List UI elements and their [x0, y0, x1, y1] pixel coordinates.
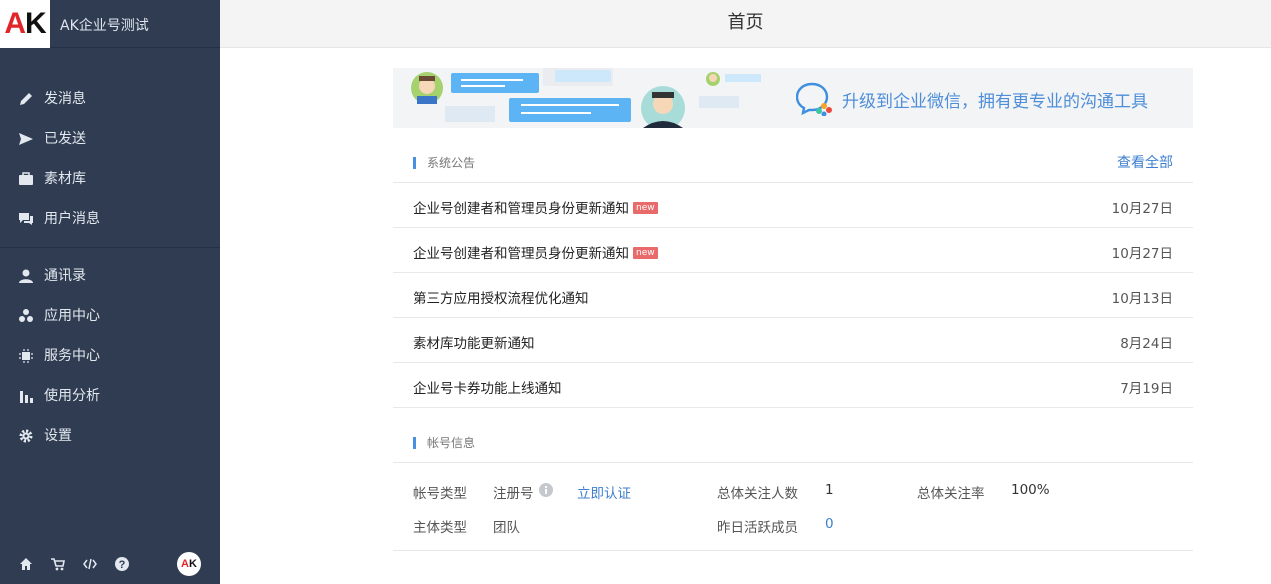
list-item[interactable]: 企业号创建者和管理员身份更新通知 new 10月27日 [393, 183, 1193, 228]
view-all-link[interactable]: 查看全部 [1117, 152, 1173, 172]
avatar[interactable]: AK [177, 552, 201, 576]
follow-rate-value: 100% [1011, 482, 1050, 498]
section-title: 帐号信息 [427, 436, 476, 450]
announcement-date: 8月24日 [1120, 336, 1173, 352]
sidebar-item-contacts[interactable]: 通讯录 [0, 256, 220, 296]
sidebar-item-materials[interactable]: 素材库 [0, 159, 220, 199]
gear-icon [19, 429, 33, 443]
sidebar-item-label: 服务中心 [44, 348, 100, 364]
announcement-date: 7月19日 [1120, 381, 1173, 397]
announcement-title-wrap: 企业号创建者和管理员身份更新通知 new [413, 197, 658, 217]
bar-chart-icon [20, 391, 33, 403]
sidebar-footer: ? AK [0, 552, 220, 576]
announcement-date: 10月27日 [1111, 246, 1173, 262]
account-type-value: 注册号 [493, 486, 534, 502]
announcement-title: 第三方应用授权流程优化通知 [413, 291, 589, 307]
sidebar-item-send-message[interactable]: 发消息 [0, 79, 220, 119]
announcement-title: 素材库功能更新通知 [413, 336, 535, 352]
sidebar-item-sent[interactable]: 已发送 [0, 119, 220, 159]
follow-rate-label: 总体关注率 [917, 486, 985, 502]
sidebar-item-label: 应用中心 [44, 308, 100, 324]
active-yesterday-value[interactable]: 0 [825, 516, 834, 532]
wecom-logo-icon [796, 82, 832, 116]
banner-illustration [411, 68, 761, 128]
info-icon[interactable] [539, 483, 553, 497]
sidebar-item-label: 设置 [44, 428, 72, 444]
page-title: 首页 [727, 12, 764, 33]
cart-icon[interactable] [50, 556, 66, 572]
company-logo[interactable]: AK [0, 0, 50, 48]
chat-icon [19, 213, 33, 225]
sidebar-item-service-center[interactable]: 服务中心 [0, 336, 220, 376]
sidebar-item-label: 使用分析 [44, 388, 100, 404]
section-accent-bar [413, 437, 416, 449]
apps-icon [19, 309, 33, 322]
pencil-icon [20, 93, 32, 105]
sidebar: AK AK企业号测试 发消息 已发送 素材库 用户消息 通讯录 应用中心 服务中… [0, 0, 220, 584]
sidebar-item-label: 已发送 [44, 131, 86, 147]
send-icon [19, 133, 33, 145]
list-item[interactable]: 第三方应用授权流程优化通知 10月13日 [393, 273, 1193, 318]
sidebar-item-label: 用户消息 [44, 211, 100, 227]
svg-text:?: ? [119, 559, 126, 571]
announcement-title: 企业号卡券功能上线通知 [413, 381, 562, 397]
sidebar-item-label: 发消息 [44, 91, 86, 107]
new-badge: new [633, 247, 658, 259]
announcement-title: 企业号创建者和管理员身份更新通知 [413, 201, 629, 217]
sidebar-item-label: 通讯录 [44, 268, 86, 284]
user-icon [19, 269, 33, 283]
section-title: 系统公告 [427, 156, 476, 170]
announcement-title-wrap: 企业号创建者和管理员身份更新通知 new [413, 242, 658, 262]
nav-divider [0, 247, 220, 248]
account-header: 帐号信息 [393, 427, 1193, 463]
list-item[interactable]: 企业号卡券功能上线通知 7月19日 [393, 363, 1193, 408]
list-item[interactable]: 企业号创建者和管理员身份更新通知 new 10月27日 [393, 228, 1193, 273]
verify-now-link[interactable]: 立即认证 [577, 482, 631, 502]
sidebar-item-user-messages[interactable]: 用户消息 [0, 199, 220, 239]
announcement-title: 企业号创建者和管理员身份更新通知 [413, 246, 629, 262]
sidebar-item-usage-analysis[interactable]: 使用分析 [0, 376, 220, 416]
sidebar-item-label: 素材库 [44, 171, 86, 187]
new-badge: new [633, 202, 658, 214]
code-icon[interactable] [82, 556, 98, 572]
briefcase-icon [19, 172, 33, 185]
nav-group-messages: 发消息 已发送 素材库 用户消息 [0, 79, 220, 239]
announcement-date: 10月13日 [1111, 291, 1173, 307]
chip-icon [19, 349, 33, 363]
section-accent-bar [413, 157, 416, 169]
announcements-header: 系统公告 查看全部 [393, 147, 1193, 183]
home-icon[interactable] [18, 556, 34, 572]
upgrade-banner[interactable]: 升级到企业微信，拥有更专业的沟通工具 [393, 68, 1193, 128]
total-followers-value: 1 [825, 482, 834, 498]
entity-type-label: 主体类型 [413, 520, 467, 536]
brand-header: AK AK企业号测试 [0, 0, 220, 48]
nav-group-management: 通讯录 应用中心 服务中心 使用分析 设置 [0, 256, 220, 456]
account-type-label: 帐号类型 [413, 486, 467, 502]
help-icon[interactable]: ? [114, 556, 130, 572]
announcement-date: 10月27日 [1111, 201, 1173, 217]
entity-type-value: 团队 [493, 520, 520, 536]
page-title-bar: 首页 [220, 0, 1271, 48]
sidebar-item-app-center[interactable]: 应用中心 [0, 296, 220, 336]
list-item[interactable]: 素材库功能更新通知 8月24日 [393, 318, 1193, 363]
banner-text: 升级到企业微信，拥有更专业的沟通工具 [842, 92, 1148, 112]
active-yesterday-label: 昨日活跃成员 [717, 520, 798, 536]
org-name: AK企业号测试 [60, 18, 149, 34]
divider [393, 550, 1193, 551]
total-followers-label: 总体关注人数 [717, 486, 798, 502]
sidebar-item-settings[interactable]: 设置 [0, 416, 220, 456]
